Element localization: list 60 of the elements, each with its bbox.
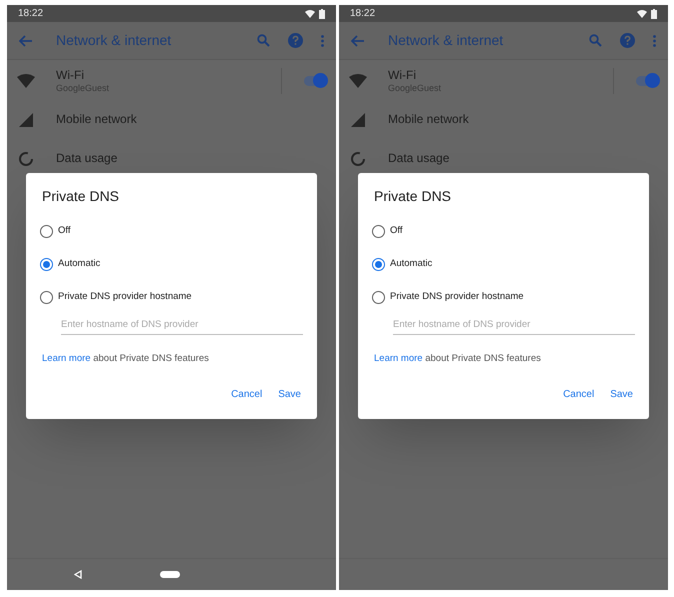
radio-button[interactable] <box>372 225 385 238</box>
wifi-icon <box>349 74 367 88</box>
dialog-title: Private DNS <box>373 187 452 206</box>
row-title: Data usage <box>388 151 450 166</box>
dialog-title: Private DNS <box>41 187 120 206</box>
learn-more-text: Learn more about Private DNS features <box>41 352 210 366</box>
app-bar-title: Network & internet <box>388 31 504 50</box>
help-icon[interactable] <box>620 33 635 48</box>
row-title: Mobile network <box>388 112 469 127</box>
radio-label: Private DNS provider hostname <box>390 290 524 304</box>
dialog-action-button[interactable]: Cancel <box>225 384 268 404</box>
radio-button[interactable] <box>40 291 53 304</box>
radio-button[interactable] <box>40 258 53 271</box>
back-arrow-icon[interactable] <box>19 34 33 46</box>
search-icon[interactable] <box>257 34 270 47</box>
radio-label: Automatic <box>58 257 100 272</box>
radio-label: Automatic <box>390 257 432 272</box>
radio-label: Off <box>58 224 70 238</box>
dialog-action-button[interactable]: Cancel <box>557 384 600 404</box>
radio-button[interactable] <box>372 258 385 271</box>
row-title: Data usage <box>56 151 118 166</box>
back-arrow-icon[interactable] <box>351 34 365 46</box>
row-title: Mobile network <box>56 112 137 127</box>
learn-more-link[interactable]: Learn more <box>42 353 91 364</box>
radio-button[interactable] <box>372 291 385 304</box>
signal-icon <box>19 112 33 126</box>
battery-icon <box>651 8 657 18</box>
settings-row[interactable]: Mobile network <box>339 101 668 138</box>
row-title: Wi-Fi <box>56 68 85 82</box>
data-usage-icon <box>350 150 366 166</box>
wifi-status-icon <box>637 10 647 18</box>
settings-row[interactable]: Data usage <box>7 140 336 177</box>
status-time: 18:22 <box>18 7 44 21</box>
hostname-field[interactable]: Enter hostname of DNS provider <box>61 318 303 336</box>
dialog-action-button[interactable]: Save <box>604 384 639 404</box>
row-title: Wi-Fi <box>388 68 417 82</box>
radio-label: Private DNS provider hostname <box>58 290 192 304</box>
more-menu-icon[interactable] <box>653 34 656 46</box>
more-menu-icon[interactable] <box>321 34 324 46</box>
data-usage-icon <box>18 150 34 166</box>
settings-row[interactable]: Data usage <box>339 140 668 177</box>
wifi-switch[interactable] <box>636 76 658 86</box>
settings-row[interactable]: Mobile network <box>7 101 336 138</box>
battery-icon <box>319 8 325 18</box>
wifi-switch[interactable] <box>304 76 326 86</box>
learn-more-text: Learn more about Private DNS features <box>373 352 542 366</box>
help-icon[interactable] <box>288 33 303 48</box>
home-pill[interactable] <box>160 571 180 578</box>
wifi-icon <box>17 74 35 88</box>
app-bar-title: Network & internet <box>56 31 172 50</box>
radio-button[interactable] <box>40 225 53 238</box>
learn-more-link[interactable]: Learn more <box>374 353 423 364</box>
wifi-status-icon <box>305 10 315 18</box>
search-icon[interactable] <box>589 34 602 47</box>
back-triangle-icon[interactable] <box>74 570 82 579</box>
radio-label: Off <box>390 224 402 238</box>
hostname-field[interactable]: Enter hostname of DNS provider <box>393 318 635 336</box>
signal-icon <box>351 112 365 126</box>
dialog-action-button[interactable]: Save <box>272 384 307 404</box>
status-time: 18:22 <box>350 7 376 21</box>
